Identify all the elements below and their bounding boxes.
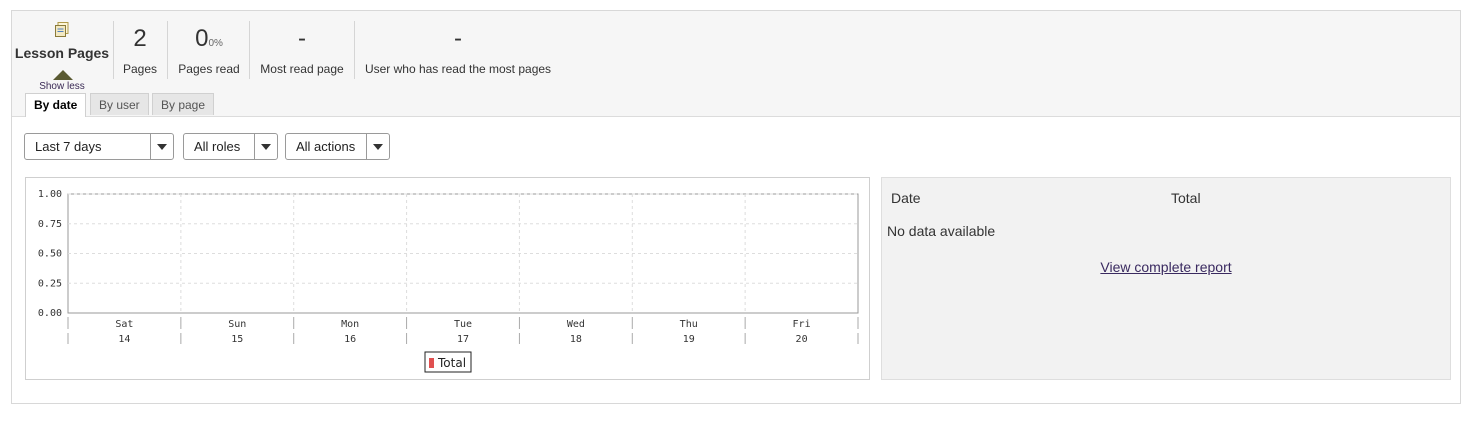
tab-by-page[interactable]: By page: [152, 93, 215, 115]
divider: [354, 21, 355, 79]
legend-swatch: [429, 358, 434, 368]
tab-by-date[interactable]: By date: [25, 93, 87, 117]
view-complete-report-link[interactable]: View complete report: [882, 259, 1450, 275]
stat-pages-read: 00% Pages read: [169, 25, 249, 76]
y-tick-label: 1.00: [38, 189, 62, 200]
stat-most-read-value: -: [298, 25, 306, 52]
legend-label: Total: [437, 356, 466, 370]
pages-by-date-chart: 0.00 0.25 0.50 0.75 1.00 Sat 14 Sun 15 Mon 16 Tue 17…: [38, 189, 859, 373]
stat-top-reader-label: User who has read the most pages: [364, 62, 552, 76]
column-header-date: Date: [891, 190, 921, 206]
x-tick-label-date: 19: [683, 334, 695, 345]
actions-select[interactable]: All actions: [285, 133, 390, 160]
y-tick-label: 0.25: [38, 278, 62, 289]
roles-select-value: All roles: [194, 139, 241, 154]
stat-pages-read-value: 0: [195, 25, 209, 52]
stat-top-reader-value: -: [454, 25, 462, 52]
x-tick-label-date: 16: [344, 334, 356, 345]
chevron-down-icon[interactable]: [254, 134, 277, 159]
widget-title: Lesson Pages: [14, 45, 110, 61]
column-header-total: Total: [1171, 190, 1201, 206]
stat-pages-read-percent: 0%: [208, 38, 223, 49]
plot-area: [67, 193, 859, 314]
y-tick-label: 0.00: [38, 308, 62, 319]
collapse-triangle-icon[interactable]: [53, 70, 73, 80]
x-tick-label-day: Mon: [341, 319, 359, 330]
chevron-down-icon[interactable]: [366, 134, 389, 159]
stat-pages-value: 2: [133, 25, 147, 52]
stat-most-read-label: Most read page: [260, 62, 344, 76]
y-tick-label: 0.75: [38, 219, 62, 230]
x-tick-label-day: Sat: [115, 319, 133, 330]
summary-header: Lesson Pages Show less 2 Pages 00% Pages…: [12, 11, 1460, 117]
x-tick-label-date: 15: [231, 334, 243, 345]
period-select-value: Last 7 days: [35, 139, 102, 154]
roles-select[interactable]: All roles: [183, 133, 278, 160]
x-tick-label-date: 14: [118, 334, 130, 345]
x-tick-label-date: 17: [457, 334, 469, 345]
data-table: Date Total No data available View comple…: [881, 177, 1451, 380]
tab-by-user[interactable]: By user: [90, 93, 149, 115]
x-tick-label-date: 20: [796, 334, 808, 345]
divider: [167, 21, 168, 79]
y-tick-label: 0.50: [38, 249, 62, 260]
chart-panel: 0.00 0.25 0.50 0.75 1.00 Sat 14 Sun 15 Mon 16 Tue 17…: [25, 177, 870, 380]
x-tick-label-day: Fri: [793, 319, 811, 330]
stat-pages-read-label: Pages read: [178, 62, 240, 76]
divider: [249, 21, 250, 79]
stat-top-reader: - User who has read the most pages: [356, 25, 560, 76]
x-tick-label-day: Wed: [567, 319, 585, 330]
period-select[interactable]: Last 7 days: [24, 133, 174, 160]
chevron-down-icon[interactable]: [150, 134, 173, 159]
no-data-message: No data available: [887, 223, 996, 239]
stat-pages: 2 Pages: [115, 25, 165, 76]
stat-most-read-page: - Most read page: [251, 25, 353, 76]
x-tick-label-day: Thu: [680, 319, 698, 330]
lesson-pages-widget: Lesson Pages Show less 2 Pages 00% Pages…: [11, 10, 1461, 404]
stat-pages-label: Pages: [122, 62, 158, 76]
page-icon: [55, 22, 69, 37]
actions-select-value: All actions: [296, 139, 356, 154]
show-less-link[interactable]: Show less: [12, 81, 112, 92]
x-tick-label-day: Tue: [454, 319, 472, 330]
x-tick-label-day: Sun: [228, 319, 246, 330]
divider: [113, 21, 114, 79]
x-tick-label-date: 18: [570, 334, 582, 345]
